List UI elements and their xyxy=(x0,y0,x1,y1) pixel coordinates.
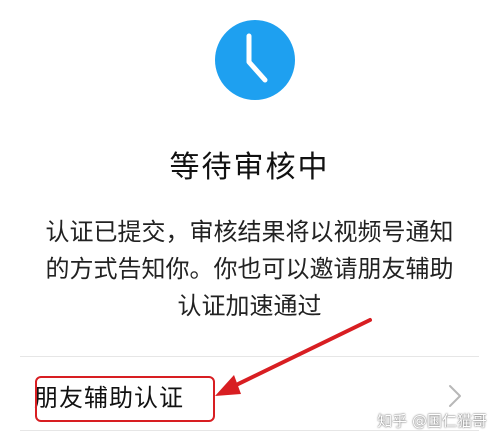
status-message: 认证已提交，审核结果将以视频号通知 的方式告知你。你也可以邀请朋友辅助 认证加速… xyxy=(22,214,477,325)
clock-icon xyxy=(213,18,297,102)
page-title: 等待审核中 xyxy=(169,150,330,185)
status-message-line: 认证已提交，审核结果将以视频号通知 xyxy=(45,218,454,246)
verification-pending-screen: 等待审核中 认证已提交，审核结果将以视频号通知 的方式告知你。你也可以邀请朋友辅… xyxy=(0,0,499,443)
status-message-line: 认证加速通过 xyxy=(177,292,322,320)
chevron-right-icon[interactable] xyxy=(445,383,465,409)
red-highlight-box xyxy=(35,376,215,422)
status-message-line: 的方式告知你。你也可以邀请朋友辅助 xyxy=(45,255,454,283)
watermark: 知乎 @国仁猫哥 xyxy=(377,412,487,430)
